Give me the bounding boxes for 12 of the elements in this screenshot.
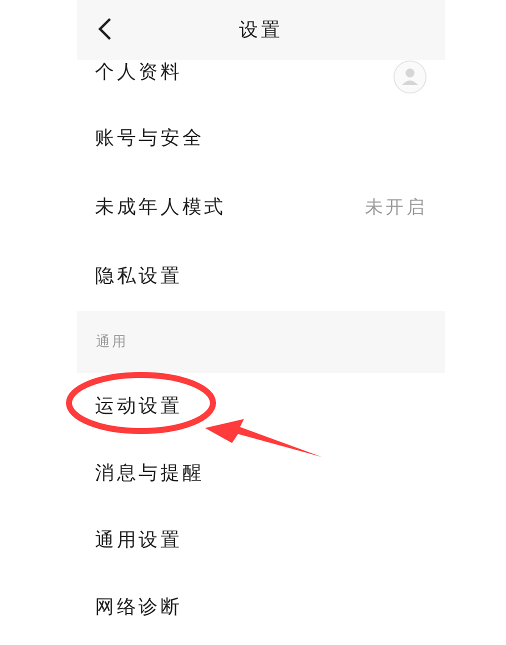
settings-row[interactable]: 网络诊断: [77, 574, 445, 641]
status-value: 未开启: [364, 196, 427, 220]
settings-row[interactable]: 隐私设置: [77, 242, 445, 311]
back-icon: [98, 17, 112, 41]
settings-row[interactable]: 消息与提醒: [77, 440, 445, 507]
settings-row[interactable]: 个人资料: [77, 60, 445, 104]
settings-row[interactable]: 未成年人模式 未开启: [77, 173, 445, 242]
settings-row[interactable]: 账号与安全: [77, 104, 445, 173]
page-title: 设置: [239, 18, 283, 43]
section-label: 通用: [96, 333, 128, 352]
settings-row[interactable]: 运动设置: [77, 373, 445, 440]
settings-row[interactable]: 通用设置: [77, 507, 445, 574]
